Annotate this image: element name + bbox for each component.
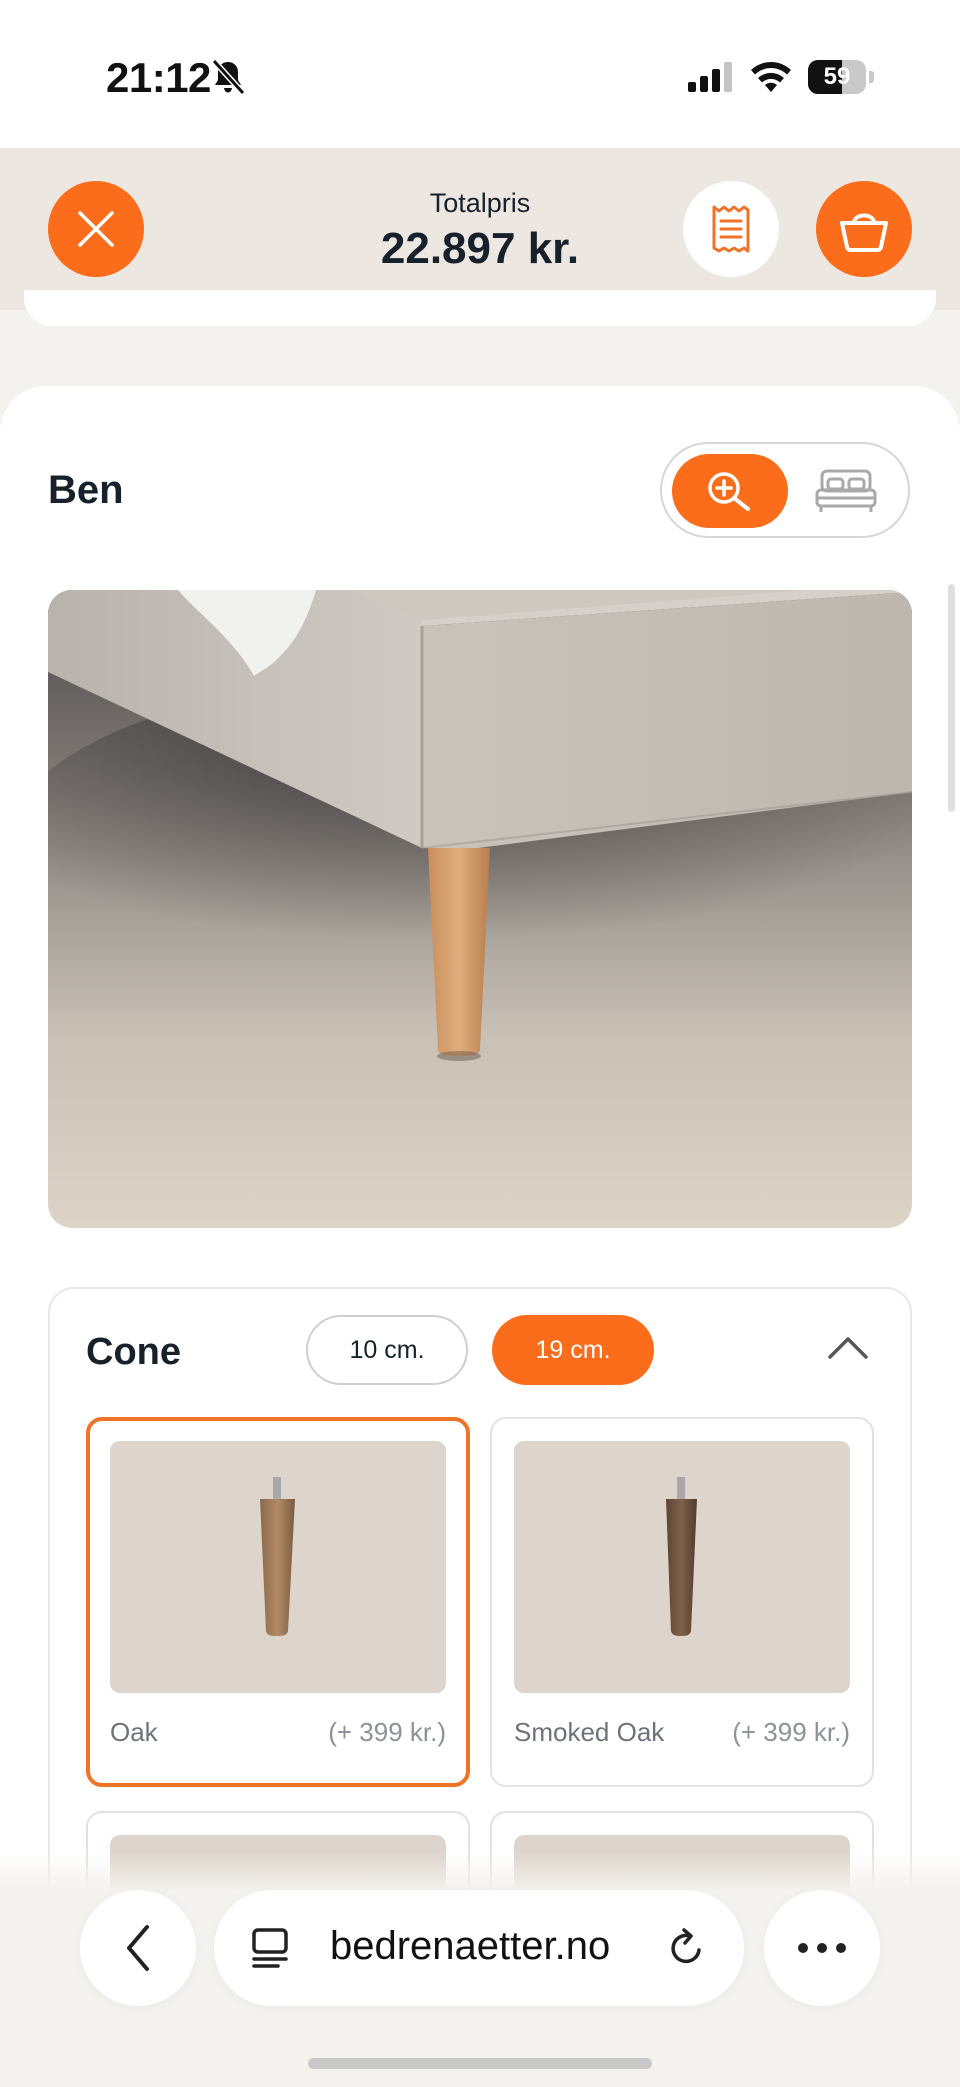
close-icon: [78, 211, 114, 247]
more-icon: [798, 1943, 846, 1953]
bed-icon: [815, 469, 877, 512]
wifi-icon: [751, 62, 791, 92]
section-title: Ben: [48, 468, 124, 512]
zoom-view-button[interactable]: [672, 454, 788, 528]
tabs-icon: [252, 1928, 288, 1968]
smoked-oak-leg-image: [514, 1441, 850, 1693]
page-scrollbar[interactable]: [948, 584, 955, 812]
battery-icon: 59: [808, 60, 874, 94]
previous-section-card: [0, 290, 960, 328]
option-name: Smoked Oak: [514, 1717, 665, 1747]
receipt-button[interactable]: [683, 181, 779, 277]
back-icon: [127, 1925, 149, 1971]
basket-icon: [840, 213, 888, 252]
address-bar[interactable]: bedrenaetter.no: [214, 1890, 744, 2006]
legs-section-card: Ben Cone 10 cm. 19 cm. Oak (+ 399 kr.) S…: [0, 386, 960, 1955]
size-option-10cm[interactable]: 10 cm.: [306, 1315, 468, 1385]
back-button[interactable]: [80, 1890, 196, 2006]
leg-option-smoked-oak[interactable]: Smoked Oak (+ 399 kr.): [490, 1417, 874, 1787]
bell-slash-icon: [211, 58, 246, 96]
basket-button[interactable]: [816, 181, 912, 277]
option-name: Oak: [110, 1717, 158, 1747]
price-header: Totalpris 22.897 kr.: [0, 148, 960, 310]
leg-option-oak[interactable]: Oak (+ 399 kr.): [86, 1417, 470, 1787]
bed-view-button[interactable]: [796, 454, 896, 528]
option-price: (+ 399 kr.): [328, 1717, 446, 1747]
battery-percentage: 59: [823, 63, 851, 90]
reload-icon[interactable]: [666, 1926, 708, 1970]
product-image: [48, 590, 912, 1228]
leg-options-panel: Cone 10 cm. 19 cm. Oak (+ 399 kr.) Smoke…: [48, 1287, 912, 1955]
size-option-19cm[interactable]: 19 cm.: [492, 1315, 654, 1385]
chevron-up-icon[interactable]: [826, 1333, 870, 1363]
receipt-icon: [712, 205, 750, 253]
zoom-in-icon: [708, 472, 750, 511]
total-price-label: Totalpris: [429, 188, 531, 218]
status-time: 21:12: [106, 54, 211, 101]
more-button[interactable]: [764, 1890, 880, 2006]
total-price-value: 22.897 kr.: [380, 224, 580, 273]
close-button[interactable]: [48, 181, 144, 277]
view-toggle: [660, 442, 910, 538]
home-indicator[interactable]: [308, 2058, 652, 2069]
url-text[interactable]: bedrenaetter.no: [330, 1924, 610, 1969]
status-bar: 21:12 59: [0, 0, 960, 148]
option-price: (+ 399 kr.): [732, 1717, 850, 1747]
signal-icon: [688, 62, 732, 92]
leg-model-name: Cone: [86, 1331, 181, 1373]
oak-leg-image: [110, 1441, 446, 1693]
